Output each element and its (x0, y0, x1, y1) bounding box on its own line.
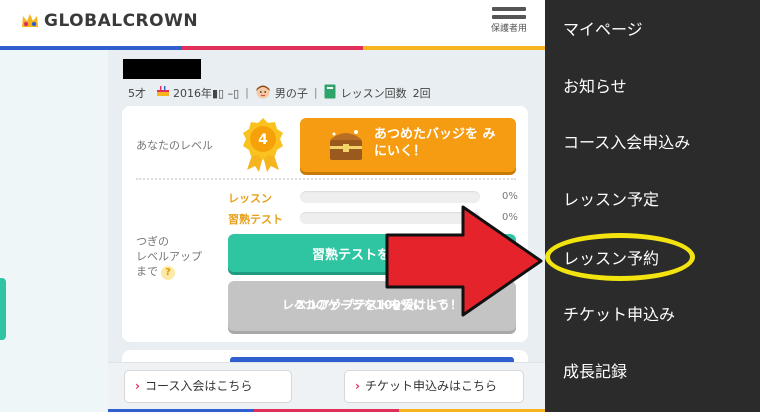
next-level-label: つぎの レベルアップ まで? (136, 234, 202, 280)
test-gauge-label: 習熟テスト (228, 213, 283, 226)
next-level-line2: レベルアップ (136, 250, 202, 263)
redacted-name (123, 59, 201, 79)
menu-item-ticket-apply[interactable]: チケット申込み (563, 301, 675, 325)
course-signup-button[interactable]: › コース入会はこちら (124, 370, 292, 403)
highlight-oval (545, 233, 695, 281)
app-header: GLOBALCROWN 保護者用 (0, 0, 545, 48)
menu-item-news[interactable]: お知らせ (563, 73, 627, 97)
level-label: あなたのレベル (136, 139, 213, 152)
menu-label: 保護者用 (490, 24, 527, 34)
menu-bar-icon (492, 7, 526, 11)
lesson-gauge-label: レッスン (228, 192, 272, 205)
ticket-apply-label: チケット申込みはこちら (364, 379, 497, 393)
red-arrow-icon (385, 205, 543, 317)
next-level-line3: まで (136, 265, 158, 278)
next-level-line1: つぎの (136, 235, 169, 248)
view-badges-label: あつめたバッジを みにいく！ (374, 127, 496, 159)
mastery-test-label: 習熟テストを (312, 248, 391, 263)
lesson-count-value: 2回 (412, 86, 431, 100)
age-text: 5才 (128, 86, 146, 100)
course-signup-label: コース入会はこちら (144, 379, 253, 393)
menu-item-mypage[interactable]: マイページ (563, 16, 643, 40)
lesson-gauge (300, 191, 480, 203)
hamburger-menu-button[interactable]: 保護者用 (486, 4, 532, 46)
help-icon[interactable]: ? (161, 266, 175, 280)
level-medal-icon: 4 (243, 118, 283, 172)
menu-item-lesson-schedule[interactable]: レッスン予定 (563, 186, 659, 210)
treasure-chest-icon (330, 130, 362, 160)
birthdate-text: 2016年▮▯ –▯ (173, 86, 240, 100)
notebook-icon (324, 84, 336, 102)
lesson-gauge-percent: 0% (502, 191, 518, 202)
lesson-count-label: レッスン回数 (340, 86, 407, 100)
menu-item-course-signup[interactable]: コース入会申込み (563, 129, 690, 153)
logo-text: GLOBALCROWN (44, 11, 199, 31)
divider (136, 178, 516, 180)
profile-info-row: 5才 2016年▮▯ –▯ | 男の子 | レッスン回数 2回 (128, 83, 431, 102)
ticket-apply-button[interactable]: › チケット申込みはこちら (344, 370, 524, 403)
chevron-right-icon: › (135, 379, 140, 393)
side-menu: マイページ お知らせ コース入会申込み レッスン予定 レッスン予約 チケット申込… (545, 0, 760, 412)
menu-bar-icon (492, 15, 526, 19)
bottom-action-bar: › コース入会はこちら › チケット申込みはこちら (108, 362, 545, 412)
cake-icon (156, 85, 170, 100)
side-panel-edge (0, 278, 6, 340)
view-badges-button[interactable]: あつめたバッジを みにいく！ (300, 118, 516, 172)
menu-item-growth-record[interactable]: 成長記録 (563, 358, 627, 382)
level-value: 4 (258, 132, 268, 148)
crown-icon (22, 14, 38, 27)
chevron-right-icon: › (355, 379, 360, 393)
gender-text: 男の子 (274, 86, 308, 100)
global-crown-logo[interactable]: GLOBALCROWN (20, 11, 198, 31)
boy-face-icon (255, 83, 271, 102)
